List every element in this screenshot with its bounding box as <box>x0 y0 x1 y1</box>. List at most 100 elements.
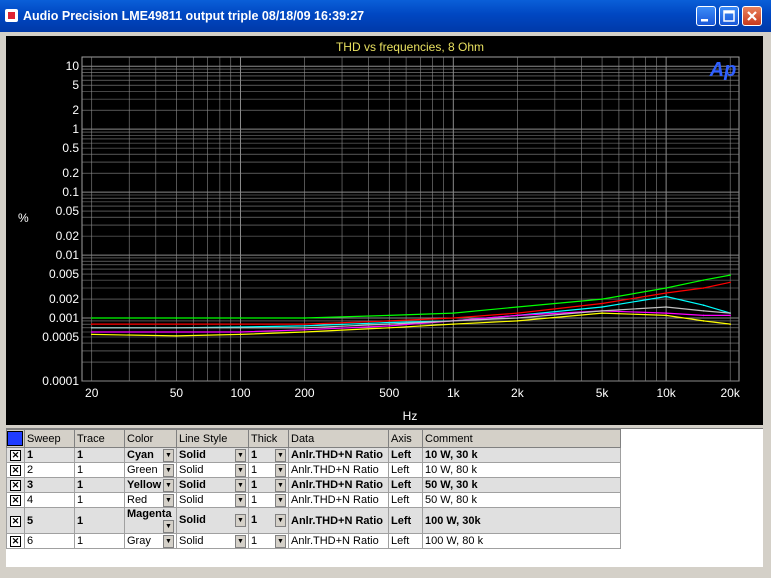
color-cell[interactable]: Magenta ▼ <box>124 507 177 534</box>
axis-cell[interactable]: Left <box>388 492 423 508</box>
header-axis[interactable]: Axis <box>388 429 423 448</box>
data-cell[interactable]: Anlr.THD+N Ratio <box>288 507 389 534</box>
thick-cell[interactable]: 1 ▼ <box>248 507 289 534</box>
dropdown-arrow-icon[interactable]: ▼ <box>235 448 246 462</box>
line-style-cell[interactable]: Solid ▼ <box>176 477 249 493</box>
dropdown-arrow-icon[interactable]: ▼ <box>275 463 286 477</box>
row-enable-checkbox[interactable]: ✕ <box>6 462 25 478</box>
header-color[interactable]: Color <box>124 429 177 448</box>
minimize-icon <box>701 19 708 22</box>
table-row[interactable]: ✕ 2 1 Green ▼ Solid ▼ 1 ▼ Anlr.THD+N Ratio Left 10 … <box>6 462 621 478</box>
color-cell[interactable]: Green ▼ <box>124 462 177 478</box>
line-style-cell[interactable]: Solid ▼ <box>176 462 249 478</box>
thick-cell[interactable]: 1 ▼ <box>248 533 289 549</box>
thick-cell[interactable]: 1 ▼ <box>248 462 289 478</box>
row-enable-checkbox[interactable]: ✕ <box>6 507 25 534</box>
sweep-cell[interactable]: 5 <box>24 507 75 534</box>
thd-chart[interactable]: 20 50 100 200 500 1k 2k 5k 10k 20k 10 5 2 1 0.5 0.2 0.1 0… <box>6 36 763 425</box>
header-trace[interactable]: Trace <box>74 429 125 448</box>
check-icon[interactable]: ✕ <box>10 450 21 461</box>
sweep-cell[interactable]: 4 <box>24 492 75 508</box>
header-comment[interactable]: Comment <box>422 429 621 448</box>
table-row[interactable]: ✕ 3 1 Yellow ▼ Solid ▼ 1 ▼ Anlr.THD+N Ratio Left 50… <box>6 477 621 493</box>
trace-cell[interactable]: 1 <box>74 477 125 493</box>
header-line-style[interactable]: Line Style <box>176 429 249 448</box>
axis-cell[interactable]: Left <box>388 477 423 493</box>
axis-cell[interactable]: Left <box>388 507 423 534</box>
dropdown-arrow-icon[interactable]: ▼ <box>275 448 286 462</box>
trace-cell[interactable]: 1 <box>74 507 125 534</box>
row-enable-checkbox[interactable]: ✕ <box>6 447 25 463</box>
dropdown-arrow-icon[interactable]: ▼ <box>163 520 174 533</box>
axis-cell[interactable]: Left <box>388 533 423 549</box>
dropdown-arrow-icon[interactable]: ▼ <box>163 493 174 507</box>
dropdown-arrow-icon[interactable]: ▼ <box>235 534 246 548</box>
header-data[interactable]: Data <box>288 429 389 448</box>
table-row[interactable]: ✕ 1 1 Cyan ▼ Solid ▼ 1 ▼ Anlr.THD+N Ratio Left 10 W… <box>6 447 621 463</box>
data-cell[interactable]: Anlr.THD+N Ratio <box>288 533 389 549</box>
trace-cell[interactable]: 1 <box>74 492 125 508</box>
dropdown-arrow-icon[interactable]: ▼ <box>235 478 246 492</box>
axis-cell[interactable]: Left <box>388 447 423 463</box>
dropdown-arrow-icon[interactable]: ▼ <box>163 534 174 548</box>
color-cell[interactable]: Red ▼ <box>124 492 177 508</box>
dropdown-arrow-icon[interactable]: ▼ <box>163 448 174 462</box>
check-icon[interactable]: ✕ <box>10 465 21 476</box>
comment-cell[interactable]: 100 W, 80 k <box>422 533 621 549</box>
check-icon[interactable]: ✕ <box>10 495 21 506</box>
sweep-cell[interactable]: 6 <box>24 533 75 549</box>
dropdown-arrow-icon[interactable]: ▼ <box>235 493 246 507</box>
maximize-button[interactable] <box>719 6 739 26</box>
dropdown-arrow-icon[interactable]: ▼ <box>235 514 246 527</box>
data-cell[interactable]: Anlr.THD+N Ratio <box>288 462 389 478</box>
trace-cell[interactable]: 1 <box>74 447 125 463</box>
data-cell[interactable]: Anlr.THD+N Ratio <box>288 447 389 463</box>
comment-cell[interactable]: 10 W, 30 k <box>422 447 621 463</box>
comment-cell[interactable]: 100 W, 30k <box>422 507 621 534</box>
table-row[interactable]: ✕ 4 1 Red ▼ Solid ▼ 1 ▼ Anlr.THD+N Ratio Left 50 W,… <box>6 492 621 508</box>
color-cell[interactable]: Cyan ▼ <box>124 447 177 463</box>
dropdown-arrow-icon[interactable]: ▼ <box>163 478 174 492</box>
line-style-cell[interactable]: Solid ▼ <box>176 507 249 534</box>
thick-cell[interactable]: 1 ▼ <box>248 477 289 493</box>
header-thick[interactable]: Thick <box>248 429 289 448</box>
header-sweep[interactable]: Sweep <box>24 429 75 448</box>
minimize-button[interactable] <box>696 6 716 26</box>
check-icon[interactable]: ✕ <box>10 480 21 491</box>
check-icon[interactable]: ✕ <box>10 515 21 527</box>
thick-cell[interactable]: 1 ▼ <box>248 447 289 463</box>
data-cell[interactable]: Anlr.THD+N Ratio <box>288 492 389 508</box>
sweep-cell[interactable]: 3 <box>24 477 75 493</box>
close-button[interactable] <box>742 6 762 26</box>
data-cell[interactable]: Anlr.THD+N Ratio <box>288 477 389 493</box>
table-row[interactable]: ✕ 5 1 Magenta ▼ Solid ▼ 1 ▼ Anlr.THD+N Ratio Left 1… <box>6 507 621 534</box>
comment-cell[interactable]: 10 W, 80 k <box>422 462 621 478</box>
header-select-all[interactable] <box>6 429 25 448</box>
comment-cell[interactable]: 50 W, 30 k <box>422 477 621 493</box>
axis-cell[interactable]: Left <box>388 462 423 478</box>
line-style-cell[interactable]: Solid ▼ <box>176 533 249 549</box>
dropdown-arrow-icon[interactable]: ▼ <box>275 478 286 492</box>
dropdown-arrow-icon[interactable]: ▼ <box>275 534 286 548</box>
color-cell[interactable]: Gray ▼ <box>124 533 177 549</box>
dropdown-arrow-icon[interactable]: ▼ <box>275 514 286 527</box>
trace-cell[interactable]: 1 <box>74 533 125 549</box>
sweep-cell-text: 1 <box>27 449 34 461</box>
color-cell[interactable]: Yellow ▼ <box>124 477 177 493</box>
sweep-cell[interactable]: 2 <box>24 462 75 478</box>
graph-panel[interactable]: 20 50 100 200 500 1k 2k 5k 10k 20k 10 5 2 1 0.5 0.2 0.1 0… <box>6 36 763 425</box>
dropdown-arrow-icon[interactable]: ▼ <box>163 463 174 477</box>
thick-cell[interactable]: 1 ▼ <box>248 492 289 508</box>
check-icon[interactable]: ✕ <box>10 536 21 547</box>
dropdown-arrow-icon[interactable]: ▼ <box>275 493 286 507</box>
table-row[interactable]: ✕ 6 1 Gray ▼ Solid ▼ 1 ▼ Anlr.THD+N Ratio Left 100 … <box>6 533 621 549</box>
trace-cell[interactable]: 1 <box>74 462 125 478</box>
row-enable-checkbox[interactable]: ✕ <box>6 477 25 493</box>
row-enable-checkbox[interactable]: ✕ <box>6 533 25 549</box>
line-style-cell[interactable]: Solid ▼ <box>176 492 249 508</box>
line-style-cell[interactable]: Solid ▼ <box>176 447 249 463</box>
comment-cell[interactable]: 50 W, 80 k <box>422 492 621 508</box>
row-enable-checkbox[interactable]: ✕ <box>6 492 25 508</box>
sweep-cell[interactable]: 1 <box>24 447 75 463</box>
dropdown-arrow-icon[interactable]: ▼ <box>235 463 246 477</box>
